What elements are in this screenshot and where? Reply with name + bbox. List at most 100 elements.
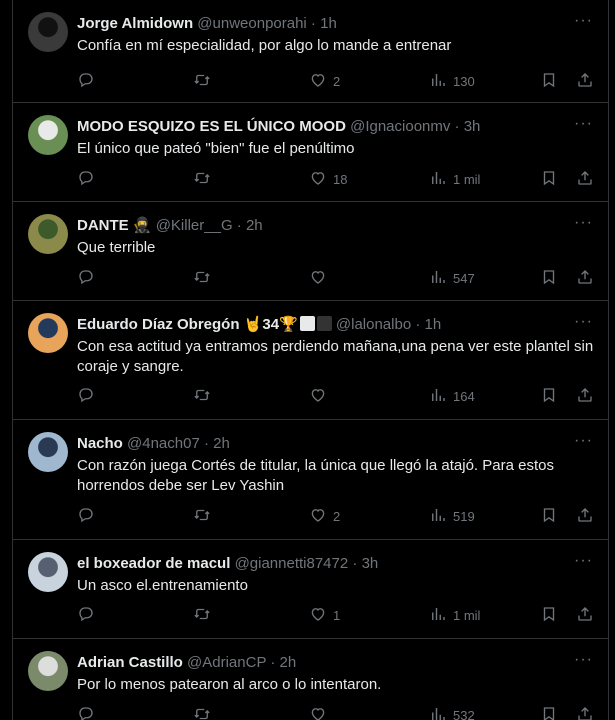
share-button[interactable] bbox=[576, 705, 594, 720]
timestamp[interactable]: 1h bbox=[320, 15, 337, 32]
views-button[interactable]: 519 bbox=[429, 506, 475, 526]
display-name[interactable]: Adrian Castillo bbox=[77, 654, 183, 671]
timestamp[interactable]: 2h bbox=[213, 435, 230, 452]
display-name[interactable]: MODO ESQUIZO ES EL ÚNICO MOOD bbox=[77, 118, 346, 135]
like-button[interactable]: 2 bbox=[309, 506, 340, 526]
tweet-text: Que terrible bbox=[77, 239, 156, 256]
display-name[interactable]: Nacho bbox=[77, 435, 123, 452]
retweet-button[interactable] bbox=[193, 605, 211, 625]
bookmark-button[interactable] bbox=[540, 386, 558, 406]
username[interactable]: @lalonalbo bbox=[336, 316, 411, 333]
share-button[interactable] bbox=[576, 506, 594, 526]
share-button[interactable] bbox=[576, 605, 594, 625]
views-button[interactable]: 532 bbox=[429, 705, 475, 720]
views-icon bbox=[429, 71, 447, 92]
timestamp[interactable]: 2h bbox=[280, 654, 297, 671]
username[interactable]: @4nach07 bbox=[127, 435, 200, 452]
bookmark-button[interactable] bbox=[540, 705, 558, 720]
views-icon bbox=[429, 705, 447, 720]
share-button[interactable] bbox=[576, 386, 594, 406]
share-icon bbox=[576, 71, 594, 92]
views-button[interactable]: 1 mil bbox=[429, 169, 480, 189]
retweet-button[interactable] bbox=[193, 268, 211, 288]
reply-button[interactable] bbox=[77, 71, 95, 91]
tweet-actions: 532 bbox=[77, 705, 599, 720]
timestamp[interactable]: 2h bbox=[246, 217, 263, 234]
retweet-button[interactable] bbox=[193, 705, 211, 720]
views-button[interactable]: 547 bbox=[429, 268, 475, 288]
like-button[interactable] bbox=[309, 268, 333, 288]
tweet[interactable]: DANTE 🥷 @Killer__G · 2h ··· Que terrible 54… bbox=[13, 202, 608, 301]
retweet-button[interactable] bbox=[193, 386, 211, 406]
more-icon[interactable]: ··· bbox=[574, 13, 593, 29]
tweet-actions: 1 1 mil bbox=[77, 605, 599, 625]
avatar[interactable] bbox=[28, 115, 68, 155]
retweet-button[interactable] bbox=[193, 169, 211, 189]
more-icon[interactable]: ··· bbox=[574, 553, 593, 569]
views-button[interactable]: 164 bbox=[429, 386, 475, 406]
avatar[interactable] bbox=[28, 432, 68, 472]
tweet-header: DANTE 🥷 @Killer__G · 2h bbox=[77, 216, 263, 236]
tweet[interactable]: Nacho @4nach07 · 2h ··· Con razón juega Co… bbox=[13, 420, 608, 540]
bookmark-button[interactable] bbox=[540, 71, 558, 91]
like-count: 2 bbox=[333, 508, 341, 524]
avatar[interactable] bbox=[28, 651, 68, 691]
username[interactable]: @Killer__G bbox=[156, 217, 233, 234]
like-button[interactable]: 18 bbox=[309, 169, 347, 189]
bookmark-icon bbox=[540, 71, 558, 92]
avatar[interactable] bbox=[28, 12, 68, 52]
display-name[interactable]: el boxeador de macul bbox=[77, 555, 230, 572]
views-button[interactable]: 1 mil bbox=[429, 605, 480, 625]
avatar[interactable] bbox=[28, 214, 68, 254]
username[interactable]: @AdrianCP bbox=[187, 654, 266, 671]
more-icon[interactable]: ··· bbox=[574, 116, 593, 132]
tweet[interactable]: el boxeador de macul @giannetti87472 · 3… bbox=[13, 540, 608, 639]
more-icon[interactable]: ··· bbox=[574, 314, 593, 330]
reply-button[interactable] bbox=[77, 705, 95, 720]
separator: · bbox=[266, 654, 280, 671]
tweet[interactable]: Eduardo Díaz Obregón 🤘34🏆 @lalonalbo · 1… bbox=[13, 301, 608, 420]
like-button[interactable] bbox=[309, 705, 333, 720]
display-name[interactable]: DANTE 🥷 bbox=[77, 217, 152, 234]
reply-button[interactable] bbox=[77, 605, 95, 625]
avatar[interactable] bbox=[28, 313, 68, 353]
bookmark-icon bbox=[540, 605, 558, 626]
more-icon[interactable]: ··· bbox=[574, 215, 593, 231]
username[interactable]: @Ignacioonmv bbox=[350, 118, 450, 135]
timestamp[interactable]: 3h bbox=[464, 118, 481, 135]
views-icon bbox=[429, 506, 447, 527]
avatar[interactable] bbox=[28, 552, 68, 592]
username[interactable]: @giannetti87472 bbox=[235, 555, 349, 572]
tweet-header: Jorge Almidown @unweonporahi · 1h bbox=[77, 14, 337, 34]
reply-button[interactable] bbox=[77, 268, 95, 288]
retweet-button[interactable] bbox=[193, 71, 211, 91]
like-button[interactable] bbox=[309, 386, 333, 406]
more-icon[interactable]: ··· bbox=[574, 652, 593, 668]
display-name[interactable]: Eduardo Díaz Obregón 🤘34🏆 bbox=[77, 316, 298, 333]
timestamp[interactable]: 3h bbox=[362, 555, 379, 572]
tweet[interactable]: Adrian Castillo @AdrianCP · 2h ··· Por lo … bbox=[13, 639, 608, 720]
retweet-button[interactable] bbox=[193, 506, 211, 526]
reply-button[interactable] bbox=[77, 386, 95, 406]
share-button[interactable] bbox=[576, 268, 594, 288]
tweet[interactable]: Jorge Almidown @unweonporahi · 1h ··· Conf… bbox=[13, 0, 608, 103]
timestamp[interactable]: 1h bbox=[425, 316, 442, 333]
more-icon[interactable]: ··· bbox=[574, 433, 593, 449]
views-button[interactable]: 130 bbox=[429, 71, 475, 91]
bookmark-button[interactable] bbox=[540, 169, 558, 189]
bookmark-button[interactable] bbox=[540, 605, 558, 625]
reply-button[interactable] bbox=[77, 169, 95, 189]
like-button[interactable]: 1 bbox=[309, 605, 340, 625]
share-button[interactable] bbox=[576, 169, 594, 189]
like-button[interactable]: 2 bbox=[309, 71, 340, 91]
display-name[interactable]: Jorge Almidown bbox=[77, 15, 193, 32]
reply-button[interactable] bbox=[77, 506, 95, 526]
bookmark-button[interactable] bbox=[540, 268, 558, 288]
tweet[interactable]: MODO ESQUIZO ES EL ÚNICO MOOD @Ignacioon… bbox=[13, 103, 608, 202]
views-count: 547 bbox=[453, 270, 475, 286]
username[interactable]: @unweonporahi bbox=[197, 15, 306, 32]
share-button[interactable] bbox=[576, 71, 594, 91]
like-count: 2 bbox=[333, 73, 341, 89]
bookmark-button[interactable] bbox=[540, 506, 558, 526]
views-icon bbox=[429, 268, 447, 289]
